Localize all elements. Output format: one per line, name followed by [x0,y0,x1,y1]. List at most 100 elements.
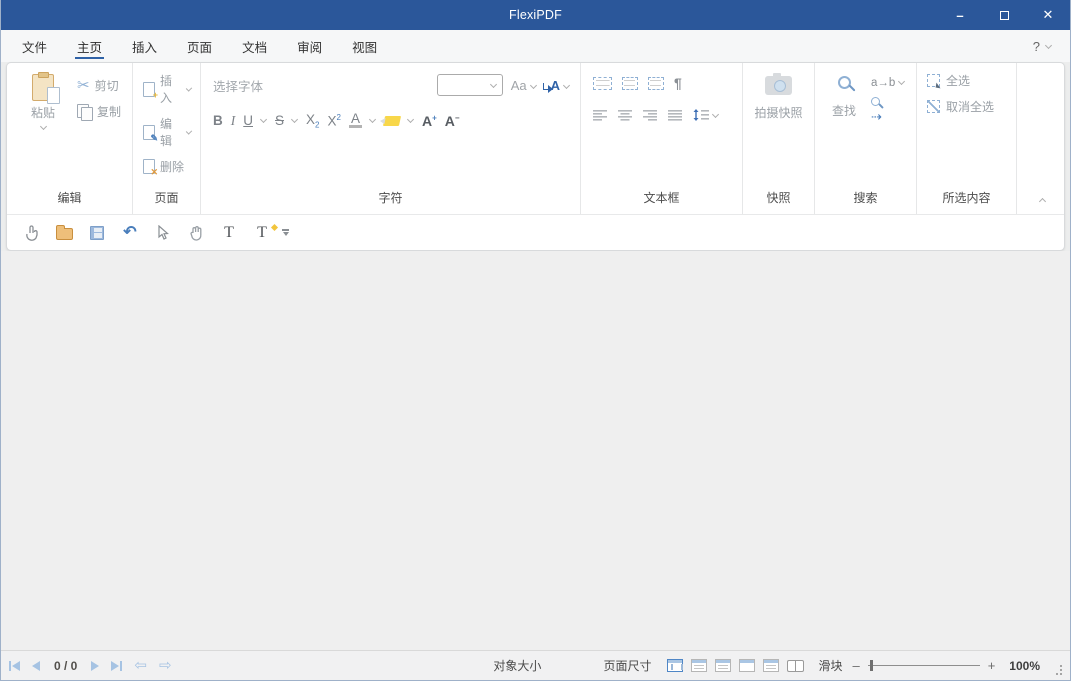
tab-review[interactable]: 审阅 [282,30,337,62]
close-button[interactable]: ✕ [1026,0,1070,30]
view-book-button[interactable] [787,660,804,672]
underline-button[interactable]: U [243,113,253,128]
page-delete-icon: ✕ [143,159,155,174]
previous-page-button[interactable] [32,661,40,671]
strikethrough-button[interactable]: S [275,113,284,128]
chevron-down-icon [39,123,46,130]
find-label: 查找 [832,102,856,119]
zoom-out-button[interactable]: – [852,658,859,673]
star-icon [271,223,278,230]
cut-button[interactable]: ✂ 剪切 [77,76,121,94]
first-page-button[interactable] [9,661,20,671]
line-spacing-button[interactable] [693,108,719,122]
ribbon-row: 粘贴 ✂ 剪切 复制 编辑 [7,63,1064,214]
group-label-snapshot: 快照 [743,184,814,214]
last-page-button[interactable] [111,661,122,671]
align-center-icon[interactable] [618,109,633,121]
chevron-down-icon [1045,41,1052,48]
chevron-down-icon [563,81,570,88]
tab-file[interactable]: 文件 [7,30,62,62]
tab-view[interactable]: 视图 [337,30,392,62]
find-button[interactable]: 查找 [829,72,859,119]
view-facing-button[interactable] [715,659,731,672]
deselect-all-button[interactable]: 取消全选 [927,98,994,115]
grab-tool-button[interactable] [187,224,205,242]
superscript-base: X [327,114,336,129]
align-justify-icon[interactable] [668,109,683,121]
text-direction-button[interactable]: A [543,78,570,93]
window-title: FlexiPDF [509,8,562,22]
superscript-button[interactable]: X2 [327,113,340,129]
view-grid-button[interactable] [763,659,779,672]
grow-textbox-icon[interactable] [622,77,638,90]
zoom-slider[interactable] [868,665,980,666]
grow-font-button[interactable]: A+ [422,113,437,129]
previous-view-button[interactable]: ⇦ [134,660,147,672]
shrink-font-button[interactable]: A− [445,113,460,129]
group-selection: 全选 取消全选 所选内容 [917,63,1017,214]
add-text-tool-button[interactable]: T [253,224,271,242]
page-delete-button[interactable]: ✕ 删除 [143,158,184,175]
shrink-textbox-icon[interactable] [648,77,664,90]
copy-button[interactable]: 复制 [77,103,121,120]
page-edit-button[interactable]: ✎ 编辑 [143,115,192,149]
paste-icon [32,74,54,101]
italic-button[interactable]: I [231,113,236,129]
chevron-down-icon [530,81,537,88]
highlight-button[interactable] [383,116,401,126]
overflow-triangle-icon [283,232,289,236]
page-insert-button[interactable]: + 插入 [143,72,192,106]
quick-toolbar: ↶ T T [7,214,1064,250]
title-bar: FlexiPDF – ✕ [1,0,1070,30]
tab-document[interactable]: 文档 [227,30,282,62]
undo-button[interactable]: ↶ [121,224,139,242]
next-view-button[interactable]: ⇨ [159,660,172,672]
bold-button[interactable]: B [213,113,223,128]
tab-home[interactable]: 主页 [62,30,117,62]
save-button[interactable] [88,224,106,242]
object-size-label: 对象大小 [493,657,541,674]
tab-page[interactable]: 页面 [172,30,227,62]
chevron-down-icon [291,116,298,123]
line-spacing-icon [693,108,709,122]
group-label-edit: 编辑 [7,184,132,214]
continue-search-icon[interactable]: ⇢ [871,112,882,122]
minimize-button[interactable]: – [938,0,982,30]
slider-label: 滑块 [818,657,842,674]
font-size-combo[interactable] [437,74,503,96]
replace-button[interactable]: a→b [871,73,905,91]
search-again-icon[interactable] [871,97,880,106]
zoom-in-button[interactable]: + [988,658,996,673]
collapse-ribbon-button[interactable] [1039,198,1046,205]
cut-label: 剪切 [95,77,119,94]
align-right-icon[interactable] [643,109,658,121]
resize-grip[interactable] [1052,661,1062,671]
font-color-button[interactable]: A [349,113,362,128]
shrink-font-mark: − [455,113,460,122]
cursor-arrow-icon [157,225,169,240]
change-case-button[interactable]: Aa [511,78,537,93]
open-file-button[interactable] [55,224,73,242]
subscript-button[interactable]: X2 [306,112,319,130]
tab-insert[interactable]: 插入 [117,30,172,62]
view-continuous-button[interactable] [691,659,707,672]
page-indicator[interactable]: 0 / 0 [54,659,77,673]
text-tool-button[interactable]: T [220,224,238,242]
help-menu[interactable]: ? [1033,30,1064,62]
view-single-page-button[interactable] [667,659,683,672]
group-label-search: 搜索 [815,184,916,214]
select-all-button[interactable]: 全选 [927,72,970,89]
fit-textbox-icon[interactable] [593,77,612,90]
view-single-column-button[interactable] [739,659,755,672]
hand-tool-button[interactable] [22,224,40,242]
paste-button[interactable]: 粘贴 [19,72,67,129]
font-name-combo[interactable]: 选择字体 [213,76,437,95]
next-page-button[interactable] [91,661,99,671]
toolbar-overflow-button[interactable] [282,229,289,236]
maximize-button[interactable] [982,0,1026,30]
snapshot-button[interactable]: 拍摄快照 [751,72,806,121]
pilcrow-icon[interactable]: ¶ [674,75,682,91]
zoom-slider-thumb[interactable] [870,660,873,671]
select-tool-button[interactable] [154,224,172,242]
align-left-icon[interactable] [593,109,608,121]
